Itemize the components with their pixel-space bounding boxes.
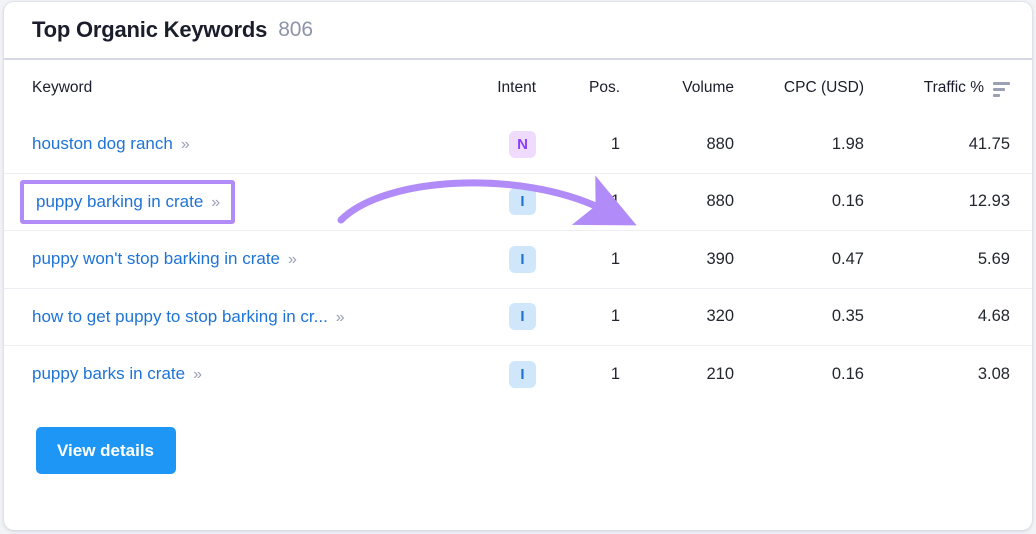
traffic-cell: 12.93 — [872, 173, 1032, 231]
cpc-cell: 1.98 — [742, 116, 872, 173]
intent-cell: I — [456, 173, 544, 231]
table-row[interactable]: puppy barks in crate » I12100.163.08 — [4, 346, 1032, 403]
position-cell: 1 — [544, 288, 632, 346]
intent-badge[interactable]: I — [509, 361, 536, 388]
keyword-cell: puppy barking in crate » — [4, 173, 456, 231]
top-organic-keywords-card: Top Organic Keywords 806 Keyword Intent … — [4, 2, 1032, 530]
keyword-cell: how to get puppy to stop barking in cr..… — [4, 288, 456, 346]
intent-cell: I — [456, 288, 544, 346]
volume-cell: 320 — [632, 288, 742, 346]
position-cell: 1 — [544, 116, 632, 173]
table-row[interactable]: puppy won't stop barking in crate » I13900… — [4, 231, 1032, 289]
keyword-link[interactable]: puppy barking in crate — [36, 192, 203, 212]
position-cell: 1 — [544, 346, 632, 403]
intent-cell: I — [456, 231, 544, 289]
traffic-cell: 41.75 — [872, 116, 1032, 173]
double-chevron-right-icon[interactable]: » — [288, 252, 295, 268]
traffic-cell: 3.08 — [872, 346, 1032, 403]
keyword-link[interactable]: how to get puppy to stop barking in cr..… — [32, 307, 328, 327]
keyword-wrapper: puppy won't stop barking in crate » — [32, 249, 295, 269]
table-header-row: Keyword Intent Pos. Volume CPC (USD) Tra… — [4, 60, 1032, 116]
double-chevron-right-icon[interactable]: » — [181, 137, 188, 153]
double-chevron-right-icon[interactable]: » — [336, 310, 343, 326]
intent-cell: N — [456, 116, 544, 173]
column-header-traffic-label: Traffic % — [924, 79, 984, 97]
table-row[interactable]: how to get puppy to stop barking in cr..… — [4, 288, 1032, 346]
column-header-keyword[interactable]: Keyword — [4, 60, 456, 116]
position-cell: 1 — [544, 231, 632, 289]
volume-cell: 210 — [632, 346, 742, 403]
volume-cell: 880 — [632, 173, 742, 231]
page-title: Top Organic Keywords — [32, 17, 267, 43]
keyword-cell: puppy won't stop barking in crate » — [4, 231, 456, 289]
position-cell: 1 — [544, 173, 632, 231]
table-body: houston dog ranch»N18801.9841.75puppy ba… — [4, 116, 1032, 403]
keyword-wrapper: puppy won't stop barking in crate » — [32, 249, 295, 269]
intent-badge[interactable]: I — [509, 246, 536, 273]
keyword-wrapper: houston dog ranch » — [32, 134, 188, 154]
intent-badge[interactable]: N — [509, 131, 536, 158]
cpc-cell: 0.47 — [742, 231, 872, 289]
intent-badge[interactable]: I — [509, 303, 536, 330]
traffic-sort-control[interactable]: Traffic % — [924, 79, 1010, 97]
keyword-cell: houston dog ranch » — [4, 116, 456, 173]
keyword-cell: puppy barks in crate » — [4, 346, 456, 403]
keyword-highlight-box: puppy barking in crate » — [20, 180, 235, 224]
column-header-intent[interactable]: Intent — [456, 60, 544, 116]
intent-cell: I — [456, 346, 544, 403]
volume-cell: 390 — [632, 231, 742, 289]
cpc-cell: 0.16 — [742, 346, 872, 403]
card-header: Top Organic Keywords 806 — [4, 2, 1032, 60]
keyword-wrapper: how to get puppy to stop barking in cr..… — [32, 307, 343, 327]
volume-cell: 880 — [632, 116, 742, 173]
keyword-wrapper: houston dog ranch » — [32, 134, 188, 154]
column-header-traffic[interactable]: Traffic % — [872, 60, 1032, 116]
keyword-wrapper: how to get puppy to stop barking in cr..… — [32, 307, 343, 327]
double-chevron-right-icon[interactable]: » — [211, 195, 218, 211]
table-row[interactable]: puppy barking in crate » I18800.1612.93 — [4, 173, 1032, 231]
column-header-volume[interactable]: Volume — [632, 60, 742, 116]
card-footer: View details — [4, 403, 1032, 474]
view-details-button[interactable]: View details — [36, 427, 176, 474]
keyword-wrapper: puppy barks in crate » — [32, 364, 200, 384]
sort-descending-icon[interactable] — [993, 80, 1010, 97]
cpc-cell: 0.16 — [742, 173, 872, 231]
traffic-cell: 5.69 — [872, 231, 1032, 289]
organic-keywords-table: Keyword Intent Pos. Volume CPC (USD) Tra… — [4, 60, 1032, 403]
keyword-wrapper: puppy barks in crate » — [32, 364, 200, 384]
cpc-cell: 0.35 — [742, 288, 872, 346]
keyword-link[interactable]: puppy barks in crate — [32, 364, 185, 384]
keyword-link[interactable]: puppy won't stop barking in crate — [32, 249, 280, 269]
column-header-cpc[interactable]: CPC (USD) — [742, 60, 872, 116]
traffic-cell: 4.68 — [872, 288, 1032, 346]
double-chevron-right-icon[interactable]: » — [193, 367, 200, 383]
table-row[interactable]: houston dog ranch » N18801.9841.75 — [4, 116, 1032, 173]
keyword-wrapper: puppy barking in crate » — [36, 192, 218, 212]
keyword-count: 806 — [278, 18, 313, 42]
intent-badge[interactable]: I — [509, 188, 536, 215]
keyword-link[interactable]: houston dog ranch — [32, 134, 173, 154]
column-header-position[interactable]: Pos. — [544, 60, 632, 116]
